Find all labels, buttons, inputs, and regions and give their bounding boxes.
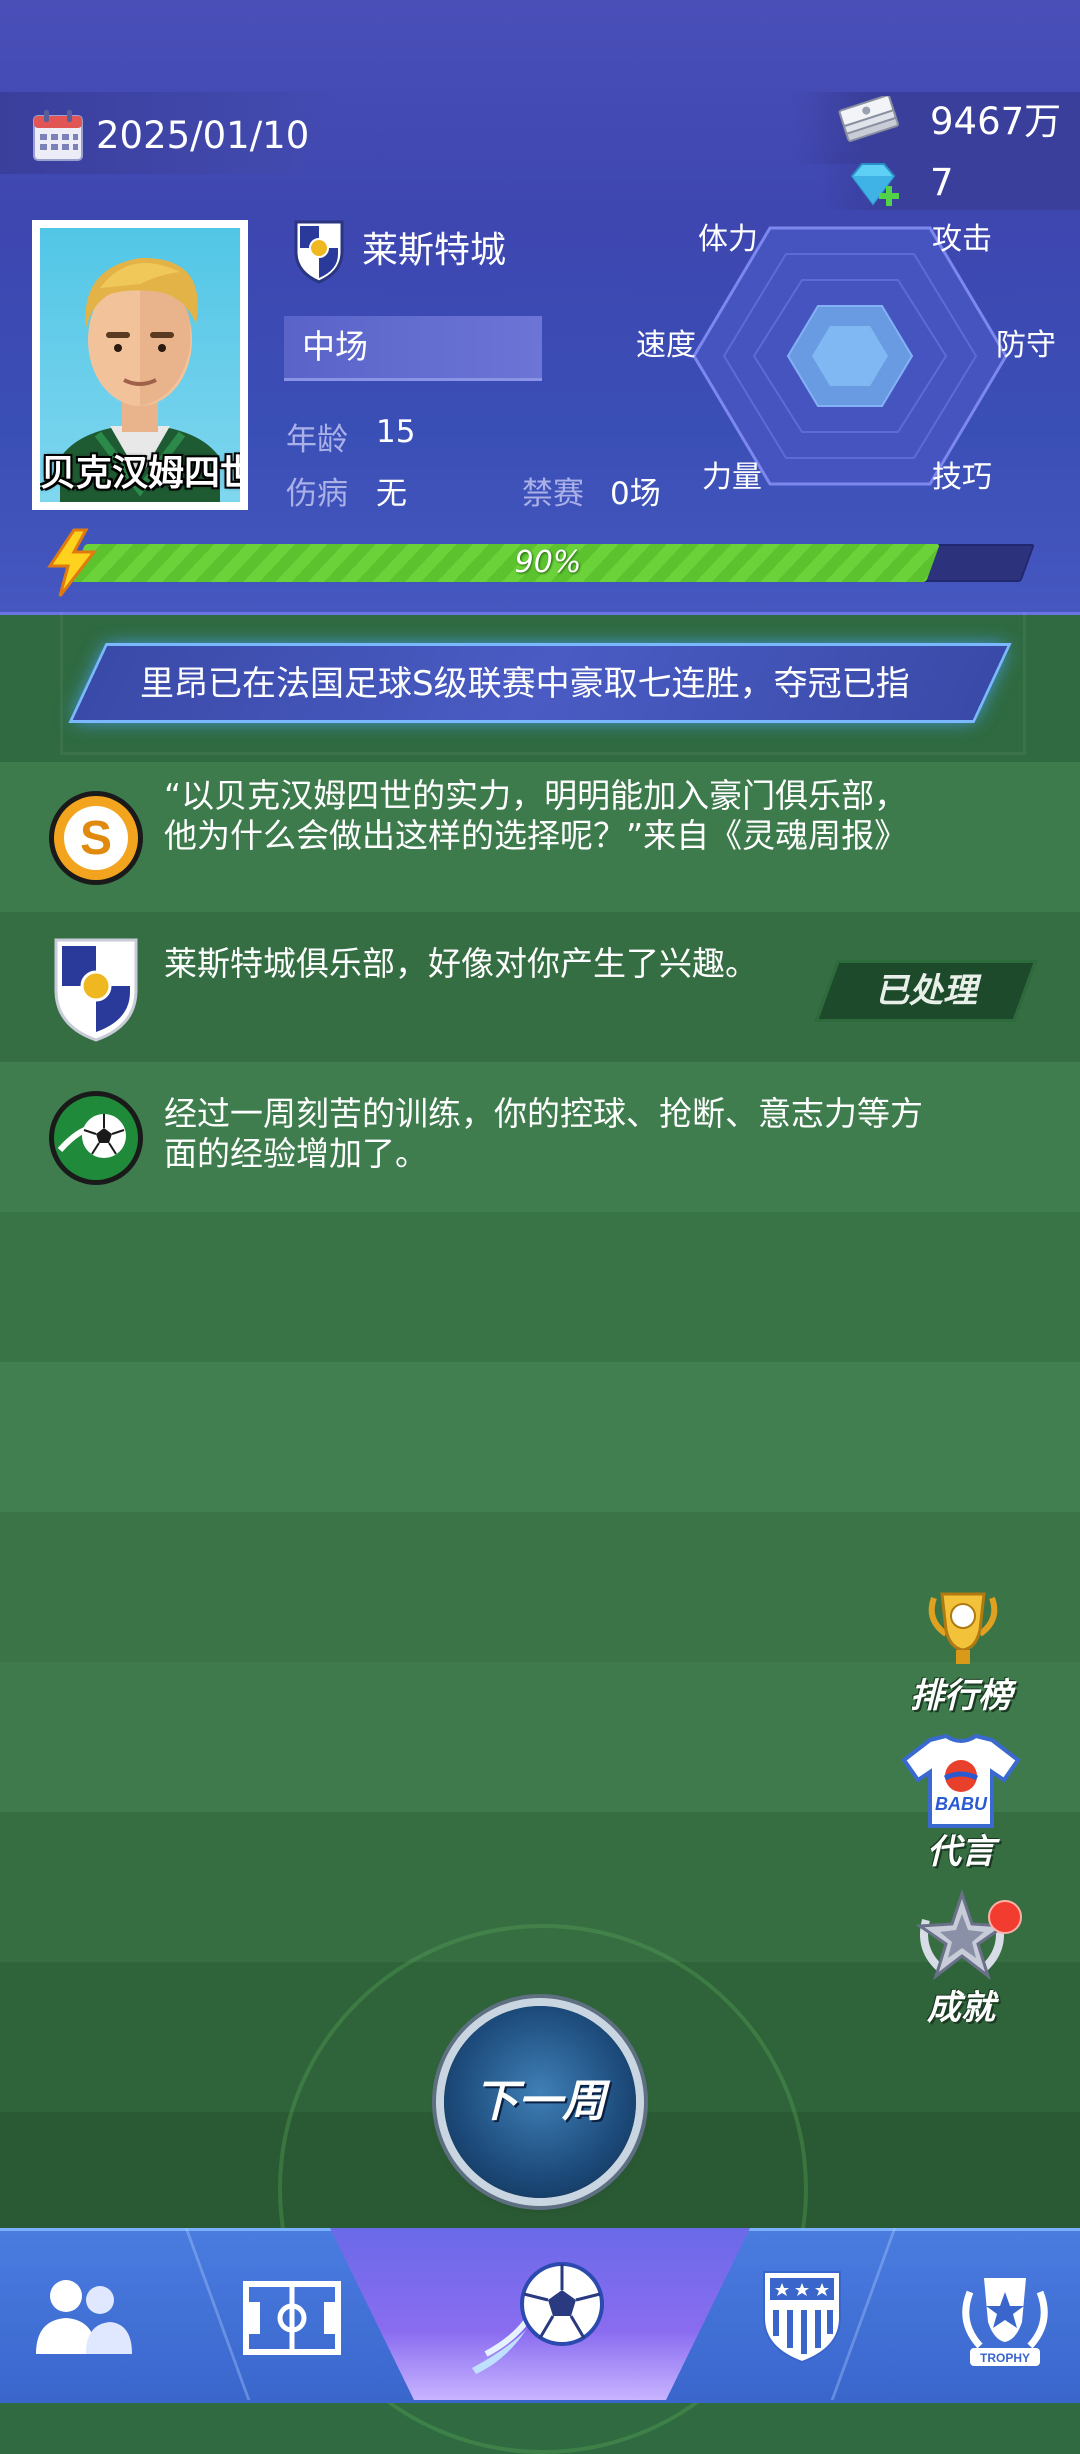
endorse-label: 代言 [927, 1832, 995, 1872]
age-value: 15 [376, 414, 416, 450]
trophy-icon [928, 1592, 998, 1664]
soccer-ball-icon [49, 1091, 143, 1185]
gem-amount: 7 [930, 161, 954, 204]
svg-text:S: S [80, 812, 112, 865]
calendar-icon [33, 110, 83, 161]
energy-percent: 90% [514, 545, 582, 580]
field-stripe [0, 1362, 1080, 1512]
club-crest-icon [54, 938, 138, 1042]
stat-skill: 技巧 [932, 460, 992, 495]
avatar: 贝克汉姆四世 [40, 228, 240, 502]
team-icon[interactable] [28, 2270, 138, 2360]
cash-amount: 9467万 [930, 100, 1062, 143]
message-text: 莱斯特城俱乐部，好像对你产生了兴趣。 [164, 944, 758, 983]
injury-value: 无 [376, 476, 407, 512]
current-date: 2025/01/10 [96, 114, 310, 157]
ranking-button[interactable]: 排行榜 [896, 1590, 1026, 1716]
stat-stamina: 体力 [698, 222, 758, 257]
player-position: 中场 [302, 327, 368, 366]
ranking-label: 排行榜 [910, 1676, 1012, 1716]
next-week-label: 下一周 [474, 2076, 606, 2127]
stat-strength: 力量 [702, 460, 762, 495]
league-icon[interactable] [760, 2266, 844, 2366]
club-crest-icon [294, 220, 344, 284]
trophy-hall-icon[interactable]: TROPHY [950, 2262, 1060, 2372]
achievement-label: 成就 [927, 1988, 995, 2028]
age-label: 年龄 [286, 422, 348, 458]
stat-attack: 攻击 [932, 222, 992, 257]
player-portrait[interactable]: 贝克汉姆四世 [32, 220, 248, 510]
cash-stack-icon [838, 96, 899, 142]
endorse-button[interactable]: BABU 代言 [896, 1734, 1026, 1872]
stat-speed: 速度 [636, 328, 696, 363]
s-newspaper-icon: S [49, 791, 143, 885]
match-icon[interactable] [466, 2250, 616, 2380]
ban-label: 禁赛 [522, 476, 584, 512]
field-stripe [0, 1212, 1080, 1362]
injury-label: 伤病 [286, 476, 348, 512]
pitch-icon[interactable] [242, 2280, 342, 2356]
ban-value: 0场 [610, 476, 661, 512]
player-name: 贝克汉姆四世 [40, 453, 240, 494]
message-text: “以贝克汉姆四世的实力，明明能加入豪门俱乐部，他为什么会做出这样的选择呢？”来自… [164, 776, 908, 855]
trophy-text: TROPHY [980, 2351, 1030, 2365]
jersey-logo-text: BABU [935, 1794, 988, 1814]
processed-status-label: 已处理 [875, 971, 977, 1011]
jersey-icon: BABU [901, 1734, 1021, 1828]
notification-badge [988, 1900, 1022, 1934]
stat-defense: 防守 [996, 328, 1056, 363]
diamond-add-icon[interactable] [848, 160, 906, 210]
club-name[interactable]: 莱斯特城 [362, 224, 506, 278]
news-ticker-text: 里昂已在法国足球S级联赛中豪取七连胜，夺冠已指 [140, 664, 910, 704]
position-badge: 中场 [284, 316, 542, 381]
message-text: 经过一周刻苦的训练，你的控球、抢断、意志力等方面的经验增加了。 [164, 1094, 923, 1173]
